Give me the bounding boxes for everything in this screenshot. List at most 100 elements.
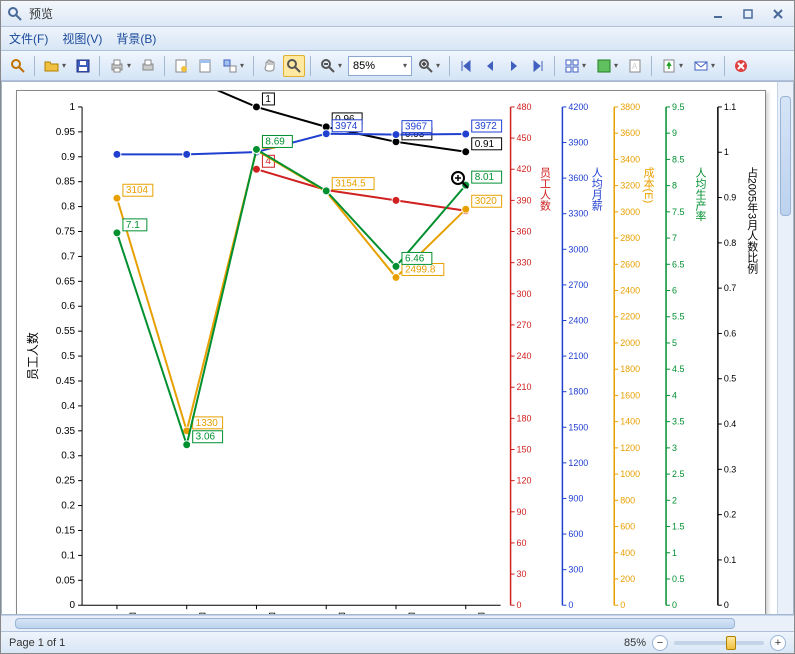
svg-text:0.85: 0.85 [56, 177, 76, 188]
svg-text:2: 2 [672, 495, 677, 505]
print-button[interactable] [105, 55, 135, 77]
search-icon[interactable] [7, 55, 29, 77]
open-button[interactable] [40, 55, 70, 77]
maximize-button[interactable] [738, 6, 758, 22]
svg-text:3974: 3974 [335, 121, 358, 132]
svg-text:360: 360 [517, 227, 532, 237]
svg-text:占2005年3月人数比例: 占2005年3月人数比例 [746, 165, 758, 274]
content-area: 00.050.10.150.20.250.30.350.40.450.50.55… [1, 81, 794, 631]
svg-text:1: 1 [265, 94, 271, 105]
svg-text:0.5: 0.5 [672, 574, 684, 584]
last-page-button[interactable] [527, 55, 549, 77]
svg-text:8.01: 8.01 [475, 172, 495, 183]
zoom-slider[interactable] [674, 641, 764, 645]
svg-text:60: 60 [517, 538, 527, 548]
export-button[interactable] [657, 55, 687, 77]
svg-text:2.5: 2.5 [672, 469, 684, 479]
svg-text:270: 270 [517, 320, 532, 330]
svg-text:210: 210 [517, 382, 532, 392]
first-page-button[interactable] [455, 55, 477, 77]
save-button[interactable] [72, 55, 94, 77]
svg-text:3972: 3972 [475, 121, 498, 132]
statusbar: Page 1 of 1 85% − + [1, 631, 794, 653]
svg-text:390: 390 [517, 195, 532, 205]
color-button[interactable] [592, 55, 622, 77]
zoom-combo[interactable]: 85% [348, 56, 412, 76]
window-title: 预览 [29, 5, 708, 22]
svg-text:0.8: 0.8 [724, 238, 736, 248]
svg-text:0.45: 0.45 [56, 376, 76, 387]
scale-button[interactable] [218, 55, 248, 77]
header-footer-button[interactable] [194, 55, 216, 77]
svg-text:成本(E): 成本(E) [642, 166, 654, 203]
svg-text:0.4: 0.4 [724, 419, 736, 429]
svg-text:1200: 1200 [620, 443, 640, 453]
svg-text:0: 0 [724, 600, 729, 610]
svg-text:4200: 4200 [568, 102, 588, 112]
menu-file[interactable]: 文件(F) [9, 30, 48, 47]
svg-text:3900: 3900 [568, 138, 588, 148]
zoom-in-button[interactable] [414, 55, 444, 77]
svg-text:2700: 2700 [568, 280, 588, 290]
svg-text:9: 9 [672, 128, 677, 138]
zoom-plus-button[interactable]: + [770, 635, 786, 651]
watermark-button[interactable]: A [624, 55, 646, 77]
svg-text:0.25: 0.25 [56, 476, 76, 487]
minimize-button[interactable] [708, 6, 728, 22]
svg-text:1800: 1800 [568, 387, 588, 397]
scroll-area: 00.050.10.150.20.250.30.350.40.450.50.55… [1, 81, 794, 615]
svg-text:0.2: 0.2 [61, 501, 75, 512]
zoom-value: 85% [353, 60, 375, 72]
menu-background[interactable]: 背景(B) [116, 30, 156, 47]
svg-text:8.5: 8.5 [672, 154, 684, 164]
svg-text:3400: 3400 [620, 154, 640, 164]
svg-text:3300: 3300 [568, 209, 588, 219]
svg-text:2800: 2800 [620, 233, 640, 243]
horizontal-scrollbar[interactable] [1, 615, 794, 631]
svg-text:0.5: 0.5 [61, 351, 75, 362]
svg-text:0.1: 0.1 [61, 550, 75, 561]
prev-page-button[interactable] [479, 55, 501, 77]
multipage-button[interactable] [560, 55, 590, 77]
svg-text:480: 480 [517, 102, 532, 112]
svg-text:7: 7 [672, 233, 677, 243]
svg-text:0.6: 0.6 [724, 328, 736, 338]
zoom-control: 85% − + [624, 635, 786, 651]
svg-text:0.15: 0.15 [56, 525, 76, 536]
svg-text:1800: 1800 [620, 364, 640, 374]
hand-tool-button[interactable] [259, 55, 281, 77]
email-button[interactable] [689, 55, 719, 77]
svg-text:3967: 3967 [405, 122, 428, 133]
svg-text:1330: 1330 [196, 418, 219, 429]
svg-text:6: 6 [672, 286, 677, 296]
svg-text:7.5: 7.5 [672, 207, 684, 217]
svg-text:0.7: 0.7 [724, 283, 736, 293]
svg-text:4: 4 [672, 390, 677, 400]
page-indicator: Page 1 of 1 [9, 637, 65, 649]
menu-view[interactable]: 视图(V) [62, 30, 102, 47]
svg-text:600: 600 [620, 522, 635, 532]
preview-page: 00.050.10.150.20.250.30.350.40.450.50.55… [16, 90, 766, 615]
close-button[interactable] [768, 6, 788, 22]
next-page-button[interactable] [503, 55, 525, 77]
svg-text:0.3: 0.3 [724, 464, 736, 474]
svg-text:0.6: 0.6 [61, 301, 75, 312]
svg-text:150: 150 [517, 444, 532, 454]
exit-button[interactable] [730, 55, 752, 77]
svg-text:9.5: 9.5 [672, 102, 684, 112]
zoom-minus-button[interactable]: − [652, 635, 668, 651]
svg-text:员工人数: 员工人数 [538, 166, 550, 211]
page-setup-button[interactable] [170, 55, 192, 77]
svg-text:1.5: 1.5 [672, 522, 684, 532]
magnifier-tool-button[interactable] [283, 55, 305, 77]
svg-text:1000: 1000 [620, 469, 640, 479]
svg-text:人均月薪: 人均月薪 [590, 166, 602, 211]
zoom-out-button[interactable] [316, 55, 346, 77]
quick-print-button[interactable] [137, 55, 159, 77]
svg-text:3600: 3600 [568, 173, 588, 183]
svg-text:1500: 1500 [568, 422, 588, 432]
svg-text:0.7: 0.7 [61, 251, 75, 262]
vertical-scrollbar[interactable] [777, 82, 793, 614]
svg-text:0.65: 0.65 [56, 276, 76, 287]
svg-text:0: 0 [70, 600, 76, 611]
